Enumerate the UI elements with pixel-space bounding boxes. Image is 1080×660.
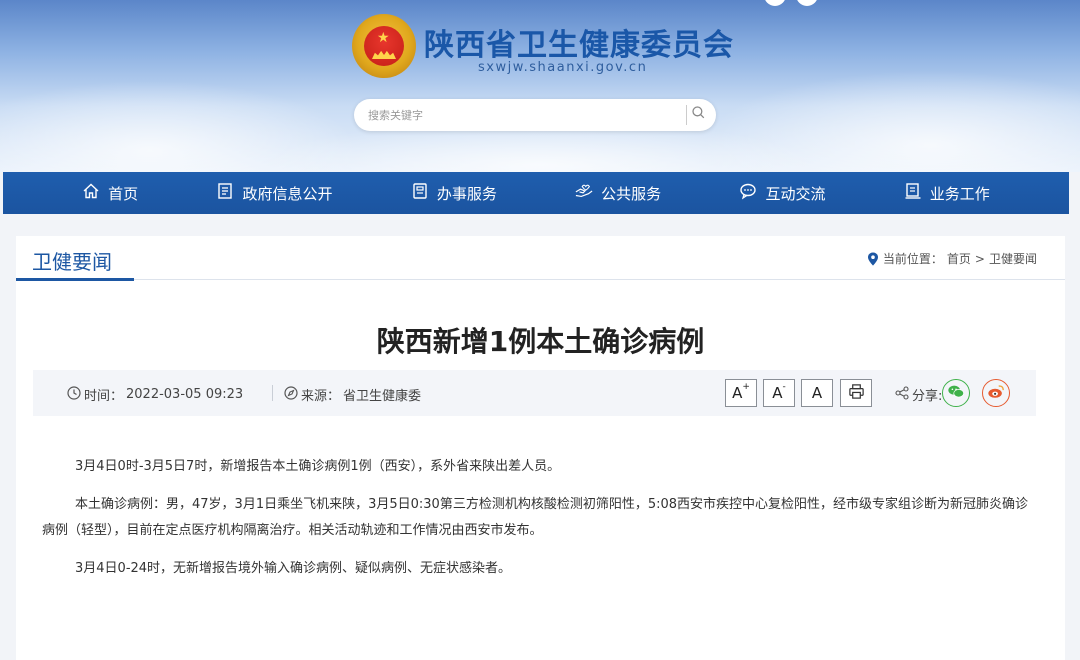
share-label: 分享: [912,389,943,404]
nav-item-gov-info[interactable]: 政府信息公开 [216,182,333,204]
section-title: 卫健要闻 [32,250,112,274]
article-paragraph: 3月4日0时-3月5日7时，新增报告本土确诊病例1例（西安），系外省来陕出差人员… [75,459,561,474]
wechat-icon [947,384,965,403]
article-paragraph: 本土确诊病例：男，47岁，3月1日乘坐飞机来陕，3月5日0:30第三方检测机构核… [42,497,1029,538]
breadcrumb-home-link[interactable]: 首页 [947,250,971,267]
nav-item-public-services[interactable]: 公共服务 [575,182,661,204]
site-title[interactable]: 陕西省卫生健康委员会 [424,20,734,64]
search-icon[interactable] [686,105,706,125]
breadcrumb-current-link[interactable]: 卫健要闻 [989,250,1037,267]
service-icon [411,182,429,204]
section-title-underline [16,278,134,281]
meta-divider [272,385,273,401]
clock-icon [67,385,81,404]
search-input[interactable] [368,105,678,125]
main-nav: 首页 政府信息公开 办事服务 公共服务 互动交流 业务工作 [3,172,1069,214]
share-section: 分享: [895,385,942,404]
chat-icon [739,182,757,204]
font-smaller-button[interactable]: A- [763,379,795,407]
article-body: 3月4日0时-3月5日7时，新增报告本土确诊病例1例（西安），系外省来陕出差人员… [42,454,1034,594]
font-smaller-label: A [772,384,783,402]
compass-icon [284,385,298,404]
source-value: 省卫生健康委 [343,389,422,404]
article-card: 卫健要闻 当前位置： 首页 > 卫健要闻 陕西新增1例本土确诊病例 时间： 20… [16,236,1065,660]
nav-label: 办事服务 [436,184,497,203]
font-reset-button[interactable]: A [801,379,833,407]
top-decoration-dot [764,0,786,6]
nav-item-services[interactable]: 办事服务 [411,182,497,204]
article-paragraph: 3月4日0-24时，无新增报告境外输入确诊病例、疑似病例、无症状感染者。 [75,561,512,576]
source-label: 来源： [301,389,341,404]
time-label: 时间： [84,389,124,404]
nav-label: 公共服务 [601,184,662,203]
article-title: 陕西新增1例本土确诊病例 [376,325,705,358]
nav-label: 政府信息公开 [242,184,333,203]
top-decoration-dot [796,0,818,6]
header-banner: 陕西省卫生健康委员会 sxwjw.shaanxi.gov.cn [0,0,1080,172]
section-header: 卫健要闻 当前位置： 首页 > 卫健要闻 [16,236,1065,281]
breadcrumb-separator: > [974,251,985,266]
publish-time: 时间： 2022-03-05 09:23 [67,385,243,404]
work-icon [904,182,922,204]
nav-item-interaction[interactable]: 互动交流 [739,182,825,204]
font-larger-label: A [732,384,743,402]
home-icon [82,182,100,204]
document-icon [216,182,234,204]
share-icon [895,385,909,404]
time-value: 2022-03-05 09:23 [126,387,244,402]
article-source: 来源： 省卫生健康委 [284,385,421,404]
location-pin-icon [867,252,879,266]
weibo-icon [987,384,1005,403]
site-domain: sxwjw.shaanxi.gov.cn [478,60,648,75]
printer-icon [848,383,865,404]
search-box [354,99,716,131]
breadcrumb-prefix: 当前位置： [882,252,943,266]
nav-item-business[interactable]: 业务工作 [904,182,990,204]
nav-label: 首页 [108,184,139,203]
hands-icon [575,182,593,204]
nav-label: 互动交流 [765,184,826,203]
nav-item-home[interactable]: 首页 [82,182,138,204]
font-reset-label: A [811,384,823,402]
nav-label: 业务工作 [929,184,990,203]
breadcrumb: 当前位置： 首页 > 卫健要闻 [867,250,1037,267]
weibo-share-button[interactable] [982,379,1010,407]
font-larger-button[interactable]: A + [725,379,757,407]
article-meta-bar: 时间： 2022-03-05 09:23 来源： 省卫生健康委 A + A- A … [33,370,1036,416]
wechat-share-button[interactable] [942,379,970,407]
print-button[interactable] [840,379,872,407]
national-emblem-logo[interactable] [352,14,416,78]
